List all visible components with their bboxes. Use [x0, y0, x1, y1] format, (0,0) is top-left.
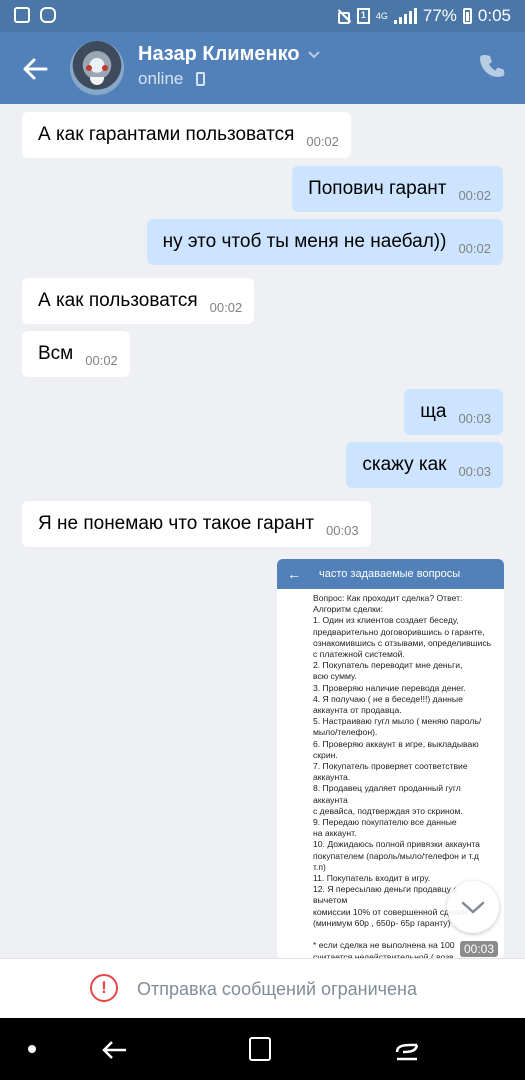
message-text: А как гарантами пользоватся [38, 124, 295, 145]
message-bubble-outgoing[interactable]: Попович гарант 00:02 [292, 166, 503, 212]
message-time: 00:02 [306, 133, 339, 149]
message-time: 00:03 [458, 410, 491, 426]
contact-name[interactable]: Назар Клименко [138, 43, 300, 66]
nav-back-icon[interactable] [100, 1036, 128, 1064]
mute-icon [337, 9, 351, 24]
phone-icon [480, 55, 505, 77]
scroll-down-button[interactable] [447, 881, 499, 933]
screenshot-title: часто задаваемые вопросы [319, 568, 461, 580]
messaging-restricted-bar: ! Отправка сообщений ограничена [0, 958, 525, 1018]
message-text: ну это чтоб ты меня не наебал)) [162, 231, 447, 252]
signal-icon [393, 8, 417, 24]
message-bubble-incoming[interactable]: А как гарантами пользоватся 00:02 [22, 112, 351, 158]
message-text: ща [420, 401, 447, 422]
nav-indicator-icon[interactable] [28, 1045, 36, 1053]
system-navigation-bar [0, 1018, 525, 1080]
mobile-icon [196, 72, 205, 86]
message-bubble-outgoing[interactable]: скажу как 00:03 [346, 442, 503, 488]
screenshot-header: ← часто задаваемые вопросы [277, 559, 504, 589]
nav-recent-apps-icon[interactable] [393, 1036, 421, 1064]
message-bubble-incoming[interactable]: Всм 00:02 [22, 331, 130, 377]
message-list[interactable]: А как гарантами пользоватся 00:02 Попови… [0, 104, 525, 958]
nav-home-icon[interactable] [249, 1037, 271, 1061]
gallery-notification-icon [14, 7, 30, 23]
image-message-time: 00:03 [459, 941, 498, 957]
clock: 0:05 [477, 6, 511, 25]
call-button[interactable] [479, 52, 507, 80]
status-bar: 1 4G 77% 0:05 [0, 0, 525, 32]
battery-percent: 77% [422, 6, 457, 25]
message-time: 00:03 [458, 463, 491, 479]
message-text: Попович гарант [308, 178, 447, 199]
back-button[interactable] [18, 52, 52, 86]
message-text: Всм [38, 343, 74, 364]
battery-icon [462, 8, 472, 24]
discord-notification-icon [40, 7, 56, 23]
sim-icon: 1 [356, 8, 370, 24]
restriction-text: Отправка сообщений ограничена [137, 979, 417, 999]
back-arrow-icon [23, 58, 48, 80]
chat-header: Назар Клименко online [0, 32, 525, 104]
message-bubble-outgoing[interactable]: ща 00:03 [404, 389, 503, 435]
message-time: 00:02 [85, 352, 118, 368]
warning-icon: ! [90, 974, 118, 1002]
message-time: 00:02 [458, 240, 491, 256]
message-time: 00:02 [458, 187, 491, 203]
network-type: 4G [375, 10, 388, 21]
online-status: online [138, 69, 184, 88]
message-bubble-incoming[interactable]: Я не понемаю что такое гарант 00:03 [22, 501, 371, 547]
message-text: Я не понемаю что такое гарант [38, 513, 315, 534]
avatar[interactable] [70, 41, 124, 95]
message-time: 00:03 [326, 522, 359, 538]
message-text: А как пользоватся [38, 290, 198, 311]
chevron-down-icon [461, 901, 485, 914]
message-bubble-incoming[interactable]: А как пользоватся 00:02 [22, 278, 255, 324]
message-time: 00:02 [209, 299, 243, 315]
message-text: скажу как [362, 454, 447, 475]
screenshot-back-arrow-icon: ← [287, 566, 301, 582]
message-bubble-outgoing[interactable]: ну это чтоб ты меня не наебал)) 00:02 [146, 219, 503, 265]
chevron-down-icon[interactable] [306, 46, 322, 62]
